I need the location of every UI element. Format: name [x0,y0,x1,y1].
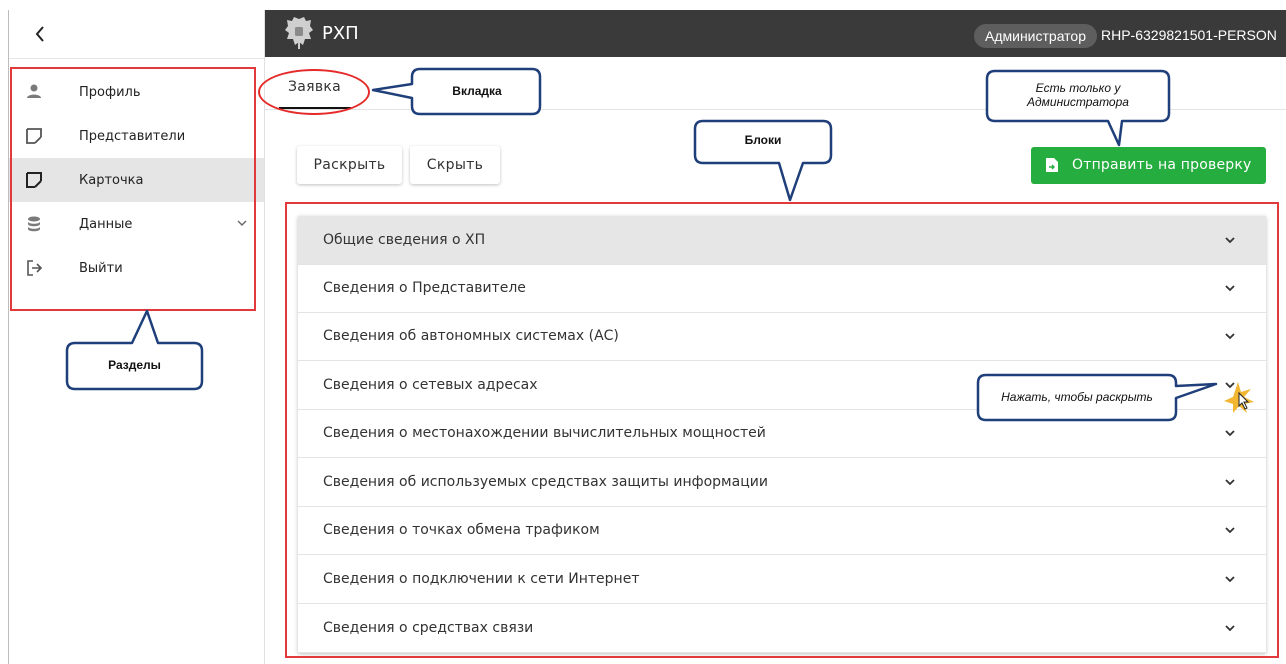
expand-all-button[interactable]: Раскрыть [297,146,402,184]
blocks-callout-text: Блоки [744,133,782,147]
sidebar-divider [9,58,264,59]
app-title: РХП [322,23,359,44]
top-bar: РХП Администратор RHP-6329821501-PERSON [265,10,1286,57]
tabs-divider [265,109,1286,110]
admin-only-callout-text: Есть только у Администратора [1027,81,1129,109]
tab-callout-text: Вкладка [452,84,502,98]
collapse-all-button[interactable]: Скрыть [410,146,500,184]
role-badge[interactable]: Администратор [974,24,1098,48]
sections-highlight-box [10,67,256,311]
click-hint-callout-text: Нажать, чтобы раскрыть [1001,390,1153,404]
user-id[interactable]: RHP-6329821501-PERSON [1101,27,1277,43]
blocks-highlight-box [285,202,1279,658]
sections-callout-text: Разделы [108,358,161,372]
chevron-left-icon [35,26,44,42]
document-arrow-icon [1046,158,1058,172]
send-for-review-button[interactable]: Отправить на проверку [1031,147,1266,184]
send-button-label: Отправить на проверку [1072,157,1252,173]
coat-of-arms-logo [285,17,313,49]
tab-highlight-ellipse [258,69,370,115]
collapse-sidebar-button[interactable] [29,22,53,46]
